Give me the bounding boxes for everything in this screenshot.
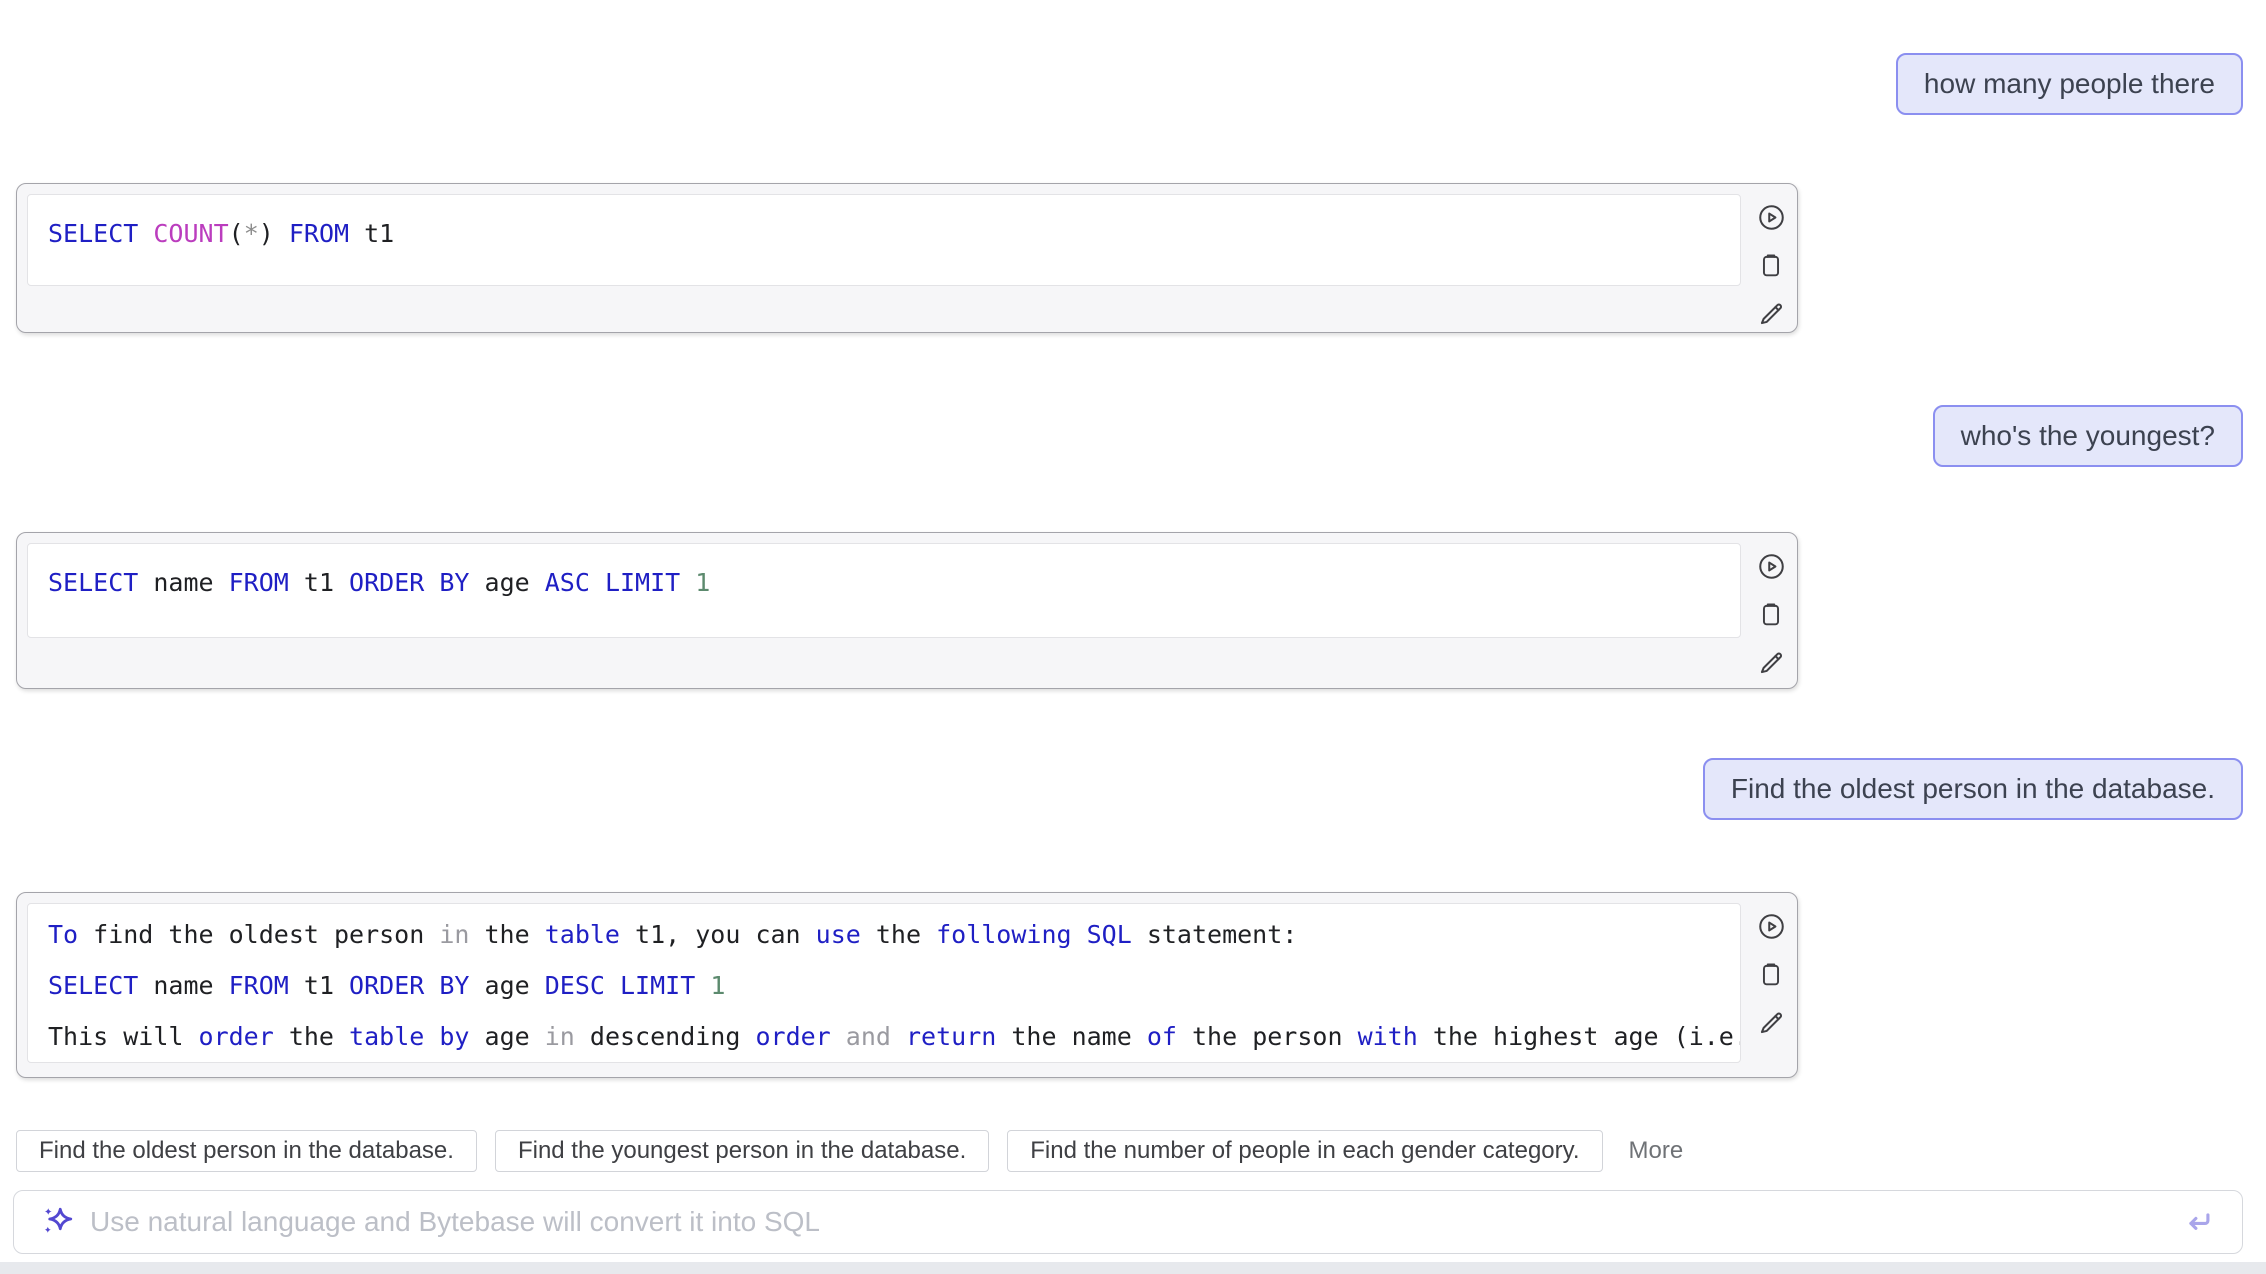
user-message-bubble: who's the youngest?: [1933, 405, 2243, 467]
sql-code-editor[interactable]: To find the oldest person in the table t…: [27, 903, 1741, 1063]
assistant-response-card: SELECT COUNT(*) FROM t1: [16, 183, 1798, 333]
assistant-response-card: SELECT name FROM t1 ORDER BY age ASC LIM…: [16, 532, 1798, 689]
sql-code-editor[interactable]: SELECT COUNT(*) FROM t1: [27, 194, 1741, 286]
play-icon: [1758, 913, 1785, 940]
edit-sql-button[interactable]: [1756, 1007, 1786, 1037]
play-icon: [1758, 553, 1785, 580]
pencil-icon: [1758, 649, 1785, 676]
response-text-line: To find the oldest person in the table t…: [48, 909, 1722, 960]
suggestion-chip-gender-count[interactable]: Find the number of people in each gender…: [1007, 1130, 1602, 1172]
pencil-icon: [1758, 1009, 1785, 1036]
pencil-icon: [1758, 300, 1785, 327]
response-text-line: This will order the table by age in desc…: [48, 1011, 1722, 1062]
user-message-bubble: Find the oldest person in the database.: [1703, 758, 2243, 820]
run-sql-button[interactable]: [1756, 551, 1786, 581]
sql-code-line: SELECT name FROM t1 ORDER BY age ASC LIM…: [48, 558, 1722, 608]
clipboard-icon: [1758, 961, 1784, 987]
suggestion-chip-oldest[interactable]: Find the oldest person in the database.: [16, 1130, 477, 1172]
page-bottom-edge: [0, 1262, 2266, 1274]
user-message-text: Find the oldest person in the database.: [1731, 773, 2215, 805]
natural-language-input[interactable]: [90, 1191, 2178, 1253]
play-icon: [1758, 204, 1785, 231]
suggestion-chip-youngest[interactable]: Find the youngest person in the database…: [495, 1130, 989, 1172]
clipboard-icon: [1758, 252, 1784, 278]
edit-sql-button[interactable]: [1756, 298, 1786, 328]
card-action-column: [1756, 911, 1786, 1037]
run-sql-button[interactable]: [1756, 202, 1786, 232]
user-message-text: how many people there: [1924, 68, 2215, 100]
card-action-column: [1756, 202, 1786, 328]
assistant-response-card: To find the oldest person in the table t…: [16, 892, 1798, 1078]
user-message-bubble: how many people there: [1896, 53, 2243, 115]
enter-icon: [2181, 1205, 2215, 1239]
submit-query-button[interactable]: [2178, 1202, 2218, 1242]
sql-code-line: SELECT COUNT(*) FROM t1: [48, 209, 1722, 259]
sql-code-editor[interactable]: SELECT name FROM t1 ORDER BY age ASC LIM…: [27, 543, 1741, 638]
sparkles-icon: [40, 1204, 76, 1240]
copy-sql-button[interactable]: [1756, 250, 1786, 280]
nl2sql-input-bar: [13, 1190, 2243, 1254]
user-message-text: who's the youngest?: [1961, 420, 2215, 452]
sql-code-line: SELECT name FROM t1 ORDER BY age DESC LI…: [48, 960, 1722, 1011]
card-action-column: [1756, 551, 1786, 677]
edit-sql-button[interactable]: [1756, 647, 1786, 677]
more-suggestions-button[interactable]: More: [1629, 1137, 1684, 1165]
copy-sql-button[interactable]: [1756, 959, 1786, 989]
suggestion-chips-row: Find the oldest person in the database. …: [16, 1130, 1683, 1172]
copy-sql-button[interactable]: [1756, 599, 1786, 629]
bytebase-ai-chat-panel: how many people there SELECT COUNT(*) FR…: [0, 0, 2266, 1274]
run-sql-button[interactable]: [1756, 911, 1786, 941]
clipboard-icon: [1758, 601, 1784, 627]
